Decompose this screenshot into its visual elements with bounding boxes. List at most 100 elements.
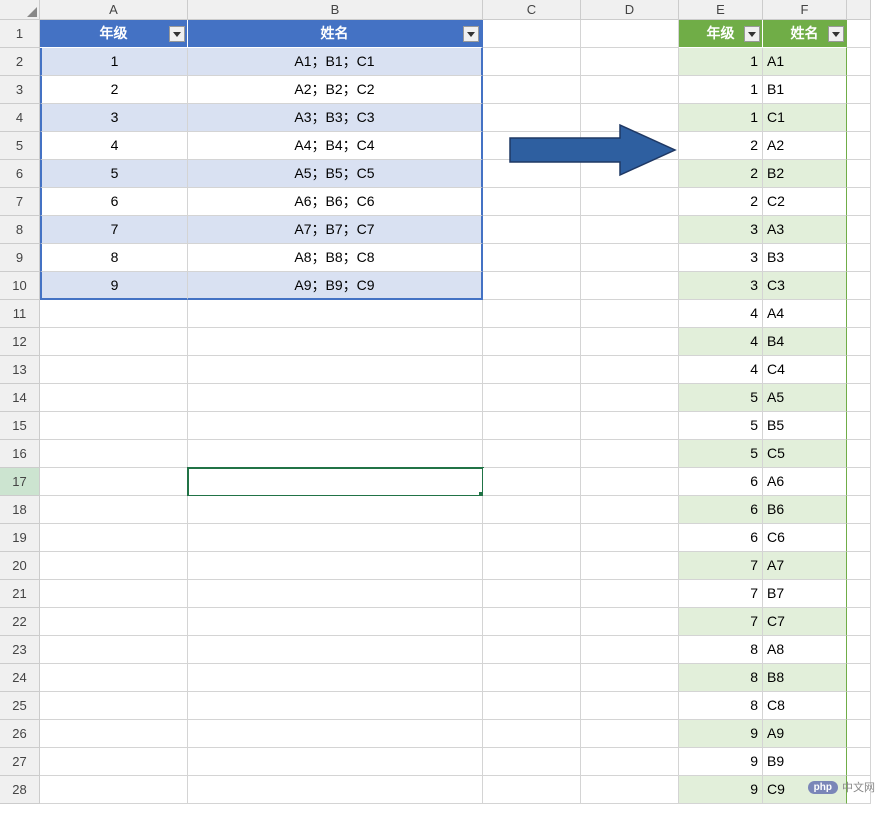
cell-C28[interactable] [483, 776, 581, 804]
cell-B3[interactable]: A2；B2；C2 [188, 76, 483, 104]
cell-E20[interactable]: 7 [679, 552, 763, 580]
row-header-9[interactable]: 9 [0, 244, 40, 272]
row-header-28[interactable]: 28 [0, 776, 40, 804]
cell-E15[interactable]: 5 [679, 412, 763, 440]
row-header-12[interactable]: 12 [0, 328, 40, 356]
cell-E12[interactable]: 4 [679, 328, 763, 356]
cell-A23[interactable] [40, 636, 188, 664]
cell-D7[interactable] [581, 188, 679, 216]
cell-F5[interactable]: A2 [763, 132, 847, 160]
cell-D16[interactable] [581, 440, 679, 468]
cell-F25[interactable]: C8 [763, 692, 847, 720]
cell-G11[interactable] [847, 300, 871, 328]
cell-G26[interactable] [847, 720, 871, 748]
row-header-4[interactable]: 4 [0, 104, 40, 132]
cell-C16[interactable] [483, 440, 581, 468]
cell-G10[interactable] [847, 272, 871, 300]
cell-B16[interactable] [188, 440, 483, 468]
column-header-D[interactable]: D [581, 0, 679, 20]
cell-A1[interactable]: 年级 [40, 20, 188, 48]
row-header-24[interactable]: 24 [0, 664, 40, 692]
cell-F26[interactable]: A9 [763, 720, 847, 748]
row-header-25[interactable]: 25 [0, 692, 40, 720]
cell-D9[interactable] [581, 244, 679, 272]
row-header-23[interactable]: 23 [0, 636, 40, 664]
cell-D11[interactable] [581, 300, 679, 328]
cell-A5[interactable]: 4 [40, 132, 188, 160]
cell-B14[interactable] [188, 384, 483, 412]
cell-E10[interactable]: 3 [679, 272, 763, 300]
column-header-F[interactable]: F [763, 0, 847, 20]
row-header-8[interactable]: 8 [0, 216, 40, 244]
row-header-13[interactable]: 13 [0, 356, 40, 384]
cell-A22[interactable] [40, 608, 188, 636]
cell-G23[interactable] [847, 636, 871, 664]
cell-B20[interactable] [188, 552, 483, 580]
cell-C21[interactable] [483, 580, 581, 608]
cell-F18[interactable]: B6 [763, 496, 847, 524]
cell-E25[interactable]: 8 [679, 692, 763, 720]
filter-icon[interactable] [463, 26, 479, 42]
cell-A13[interactable] [40, 356, 188, 384]
cell-F10[interactable]: C3 [763, 272, 847, 300]
cell-B12[interactable] [188, 328, 483, 356]
filter-icon[interactable] [169, 26, 185, 42]
cell-D13[interactable] [581, 356, 679, 384]
cell-G14[interactable] [847, 384, 871, 412]
row-header-27[interactable]: 27 [0, 748, 40, 776]
row-header-21[interactable]: 21 [0, 580, 40, 608]
cell-D25[interactable] [581, 692, 679, 720]
cell-E2[interactable]: 1 [679, 48, 763, 76]
cell-G2[interactable] [847, 48, 871, 76]
cell-B8[interactable]: A7；B7；C7 [188, 216, 483, 244]
cell-D27[interactable] [581, 748, 679, 776]
cell-D24[interactable] [581, 664, 679, 692]
cell-G27[interactable] [847, 748, 871, 776]
cell-G22[interactable] [847, 608, 871, 636]
cell-E23[interactable]: 8 [679, 636, 763, 664]
cell-C8[interactable] [483, 216, 581, 244]
cell-D10[interactable] [581, 272, 679, 300]
cell-B21[interactable] [188, 580, 483, 608]
cell-C27[interactable] [483, 748, 581, 776]
cell-E3[interactable]: 1 [679, 76, 763, 104]
cell-C13[interactable] [483, 356, 581, 384]
cell-C3[interactable] [483, 76, 581, 104]
cell-D21[interactable] [581, 580, 679, 608]
cell-A9[interactable]: 8 [40, 244, 188, 272]
cell-F22[interactable]: C7 [763, 608, 847, 636]
cell-C11[interactable] [483, 300, 581, 328]
cell-A3[interactable]: 2 [40, 76, 188, 104]
cell-C9[interactable] [483, 244, 581, 272]
row-header-15[interactable]: 15 [0, 412, 40, 440]
row-header-3[interactable]: 3 [0, 76, 40, 104]
cell-F17[interactable]: A6 [763, 468, 847, 496]
row-header-1[interactable]: 1 [0, 20, 40, 48]
cell-E1[interactable]: 年级 [679, 20, 763, 48]
cell-F16[interactable]: C5 [763, 440, 847, 468]
cell-A11[interactable] [40, 300, 188, 328]
column-header-C[interactable]: C [483, 0, 581, 20]
cell-D14[interactable] [581, 384, 679, 412]
cell-C20[interactable] [483, 552, 581, 580]
cell-F19[interactable]: C6 [763, 524, 847, 552]
cell-A8[interactable]: 7 [40, 216, 188, 244]
cell-A19[interactable] [40, 524, 188, 552]
cell-G7[interactable] [847, 188, 871, 216]
cell-A15[interactable] [40, 412, 188, 440]
cell-F13[interactable]: C4 [763, 356, 847, 384]
cell-F27[interactable]: B9 [763, 748, 847, 776]
cell-D3[interactable] [581, 76, 679, 104]
cell-C10[interactable] [483, 272, 581, 300]
cell-A10[interactable]: 9 [40, 272, 188, 300]
cell-E18[interactable]: 6 [679, 496, 763, 524]
cell-A2[interactable]: 1 [40, 48, 188, 76]
row-header-16[interactable]: 16 [0, 440, 40, 468]
cell-E21[interactable]: 7 [679, 580, 763, 608]
cell-D15[interactable] [581, 412, 679, 440]
cell-G25[interactable] [847, 692, 871, 720]
cell-E6[interactable]: 2 [679, 160, 763, 188]
cell-E8[interactable]: 3 [679, 216, 763, 244]
cell-E28[interactable]: 9 [679, 776, 763, 804]
cell-F1[interactable]: 姓名 [763, 20, 847, 48]
